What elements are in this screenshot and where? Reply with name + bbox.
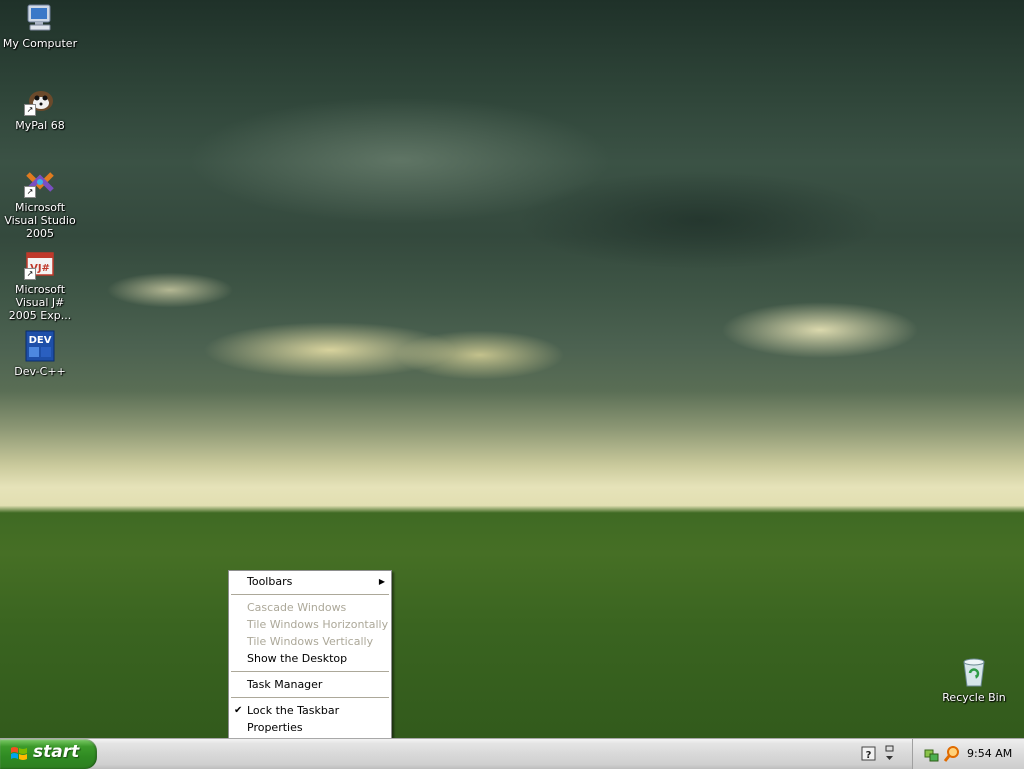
menu-separator [231,594,389,595]
start-label: start [33,742,80,762]
menu-item-label: Properties [247,721,303,734]
system-tray: 9:54 AM [912,739,1024,769]
start-button[interactable]: start [0,739,97,769]
menu-item-label: Lock the Taskbar [247,704,340,717]
desktop-icon-label: Microsoft Visual J# 2005 Exp... [8,283,72,322]
taskbar-context-menu: Toolbars ▶ Cascade Windows Tile Windows … [228,570,392,738]
menu-item-label: Tile Windows Horizontally [247,618,389,631]
menu-item-cascade-windows: Cascade Windows [229,599,391,616]
desktop-icon-visual-studio[interactable]: ↗ Microsoft Visual Studio 2005 [0,166,80,240]
menu-item-toolbars[interactable]: Toolbars ▶ [229,573,391,590]
shortcut-arrow-icon: ↗ [24,186,36,198]
menu-item-label: Toolbars [247,575,293,588]
menu-separator [231,697,389,698]
help-icon[interactable]: ? [861,746,876,761]
desktop-icon-my-computer[interactable]: My Computer [0,2,80,50]
language-bar-options-icon[interactable] [885,745,894,760]
desktop-icon-label: Microsoft Visual Studio 2005 [4,201,76,240]
svg-text:?: ? [866,750,872,761]
menu-item-lock-taskbar[interactable]: ✔ Lock the Taskbar [229,702,391,719]
desktop-icon-visual-jsharp[interactable]: VJ# ↗ Microsoft Visual J# 2005 Exp... [0,248,80,322]
desktop-icon-mypal[interactable]: ↗ MyPal 68 [0,84,80,132]
clock[interactable]: 9:54 AM [967,747,1012,760]
menu-separator [231,671,389,672]
desktop-icon-label: Recycle Bin [942,691,1006,704]
menu-item-properties[interactable]: Properties [229,719,391,736]
visual-studio-icon: ↗ [24,166,56,198]
vjsharp-icon: VJ# ↗ [24,248,56,280]
desktop-icon-devcpp[interactable]: DEV Dev-C++ [0,330,80,378]
checkmark-icon: ✔ [234,705,243,716]
desktop-background[interactable]: My Computer ↗ MyPal 68 ↗ Microsoft Visua [0,0,1024,738]
menu-item-task-manager[interactable]: Task Manager [229,676,391,693]
recycle-bin-icon [958,656,990,688]
menu-item-label: Show the Desktop [247,652,348,665]
taskbar[interactable]: start ? 9:54 AM [0,738,1024,769]
search-tray-icon[interactable] [943,745,961,763]
menu-item-label: Cascade Windows [247,601,347,614]
desktop-icon-label: MyPal 68 [15,119,65,132]
desktop-icon-recycle-bin[interactable]: Recycle Bin [934,656,1014,704]
computer-icon [24,2,56,34]
network-tray-icon[interactable] [923,745,941,763]
devcpp-icon: DEV [24,330,56,362]
menu-item-show-desktop[interactable]: Show the Desktop [229,650,391,667]
shortcut-arrow-icon: ↗ [24,104,36,116]
menu-item-label: Tile Windows Vertically [247,635,374,648]
windows-logo-icon [11,747,27,760]
shortcut-arrow-icon: ↗ [24,268,36,280]
menu-item-tile-vertically: Tile Windows Vertically [229,633,391,650]
mypal-icon: ↗ [24,84,56,116]
devcpp-badge: DEV [29,335,52,346]
desktop-icon-label: My Computer [2,37,78,50]
desktop-icon-label: Dev-C++ [14,365,66,378]
submenu-arrow-icon: ▶ [378,577,385,586]
menu-item-tile-horizontally: Tile Windows Horizontally [229,616,391,633]
menu-item-label: Task Manager [247,678,323,691]
tray-extra-buttons: ? [860,743,900,765]
